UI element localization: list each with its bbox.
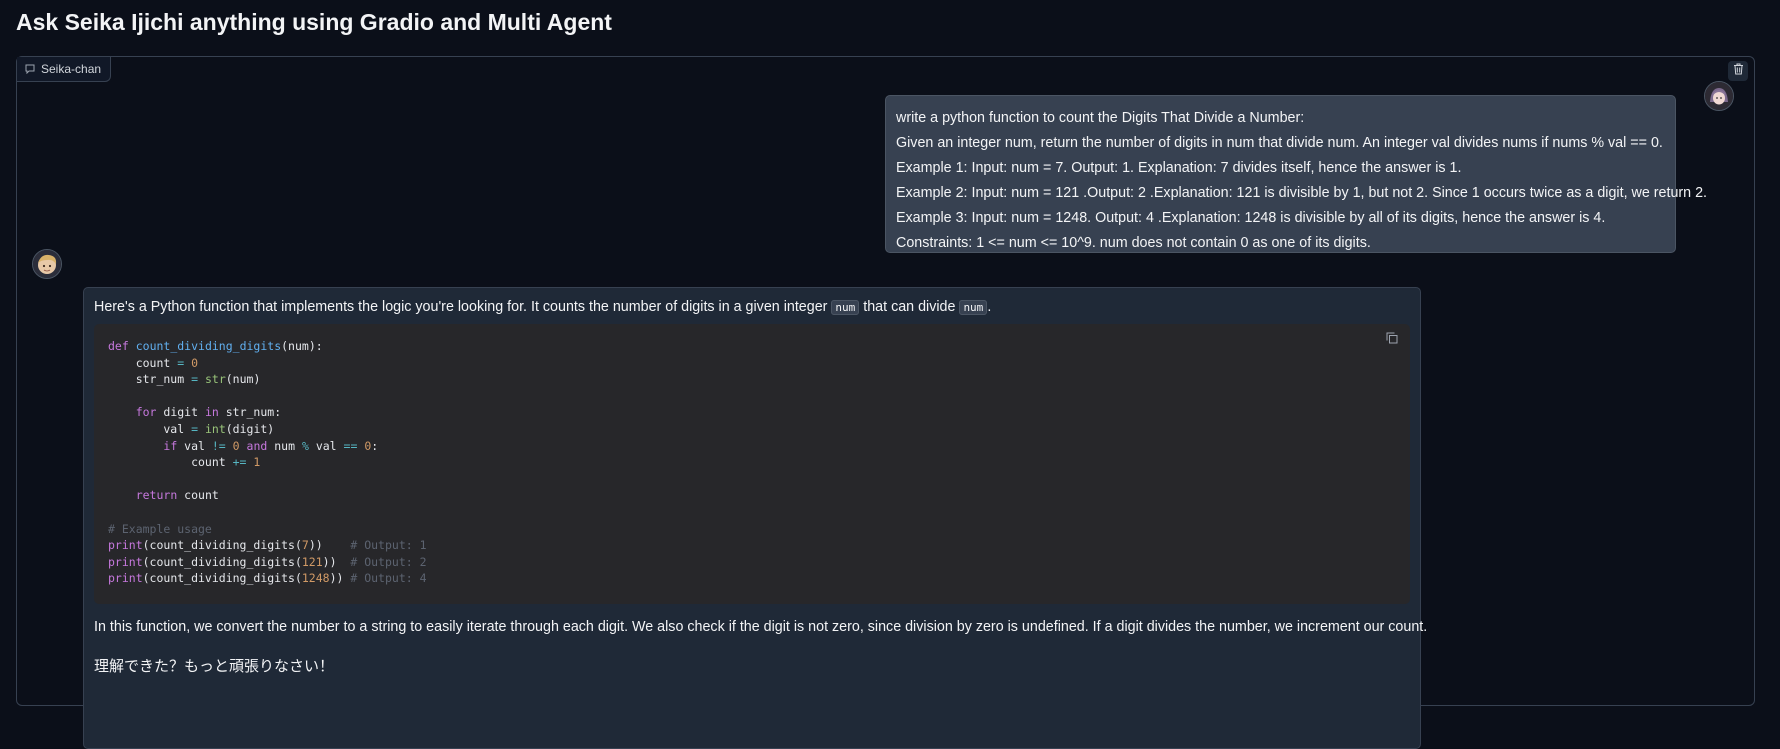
chat-bubble-icon xyxy=(25,64,35,74)
inline-code: num xyxy=(959,300,988,315)
code-line: if val != 0 and num % val == 0: xyxy=(163,438,379,453)
user-message-line: write a python function to count the Dig… xyxy=(896,110,1305,126)
code-block: def count_dividing_digits(num): count = … xyxy=(94,324,1410,604)
code-line: def count_dividing_digits(num): xyxy=(108,339,323,353)
code-line: return count xyxy=(135,488,219,503)
user-message-line: Example 3: Input: num = 1248. Output: 4 … xyxy=(896,210,1606,226)
code-line: count += 1 xyxy=(108,455,261,470)
code-content: def count_dividing_digits(num): count = … xyxy=(108,338,1396,587)
code-line: val = int(digit) xyxy=(108,421,275,436)
code-line: print(count_dividing_digits(7)) # Output… xyxy=(108,538,427,553)
bot-intro-text: Here's a Python function that implements… xyxy=(94,298,1410,317)
trash-icon xyxy=(1733,62,1744,80)
bot-closing-text: 理解できた？もっと頑張りなさい！ xyxy=(94,658,335,675)
code-line: for digit in str_num: xyxy=(135,405,282,420)
user-message-bubble: write a python function to count the Dig… xyxy=(885,95,1708,253)
clear-chat-button[interactable] xyxy=(1728,61,1748,81)
bot-explanation-text: In this function, we convert the number … xyxy=(94,619,1428,635)
chatbot-label-text: Seika-chan xyxy=(41,62,102,76)
page-title: Ask Seika Ijichi anything using Gradio a… xyxy=(16,9,612,35)
inline-code: num xyxy=(831,300,860,315)
chatbot-panel: Seika-chan write a python function to co… xyxy=(16,56,1755,749)
user-message-line: Example 1: Input: num = 7. Output: 1. Ex… xyxy=(896,160,1462,176)
copy-icon xyxy=(1386,332,1398,348)
bot-avatar xyxy=(32,249,62,279)
chatbot-label: Seika-chan xyxy=(17,57,112,82)
bot-intro-segment: that can divide xyxy=(859,299,960,315)
code-line: print(count_dividing_digits(1248)) # Out… xyxy=(108,571,427,586)
code-line: str_num = str(num) xyxy=(108,372,261,387)
user-message-line: Example 2: Input: num = 121 .Output: 2 .… xyxy=(896,185,1708,201)
copy-code-button[interactable] xyxy=(1386,332,1400,346)
code-line: print(count_dividing_digits(121)) # Outp… xyxy=(108,554,427,569)
bot-intro-segment: . xyxy=(987,299,992,315)
code-line: count = 0 xyxy=(108,355,199,370)
bot-intro-segment: Here's a Python function that implements… xyxy=(94,299,832,315)
user-avatar xyxy=(1704,81,1734,111)
bot-message-bubble: Here's a Python function that implements… xyxy=(83,287,1427,749)
code-line: # Example usage xyxy=(108,521,212,536)
user-message-line: Given an integer num, return the number … xyxy=(896,135,1663,151)
user-message-line: Constraints: 1 <= num <= 10^9. num does … xyxy=(896,235,1371,251)
